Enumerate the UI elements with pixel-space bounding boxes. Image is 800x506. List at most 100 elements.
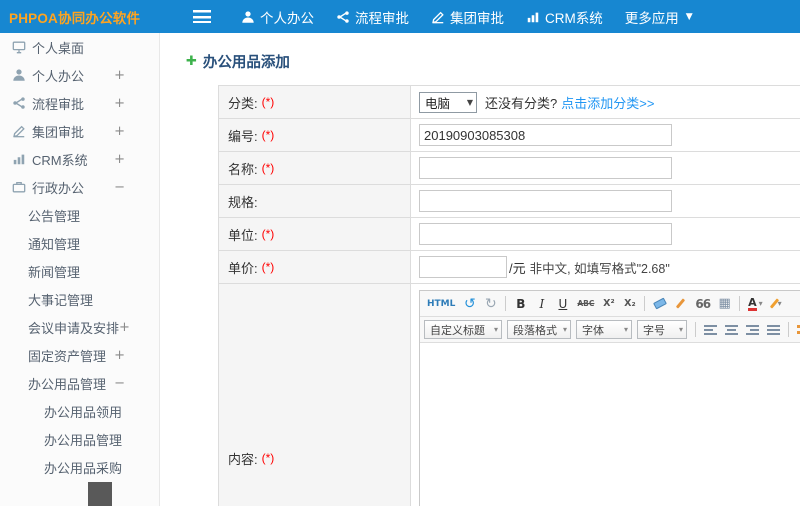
code-input[interactable] — [419, 124, 672, 146]
nav-more-apps[interactable]: 更多应用 ▼ — [625, 7, 693, 27]
form-row-code: 编号: (*) — [219, 119, 800, 152]
sidebar-item-fixed-assets[interactable]: 固定资产管理 + — [0, 341, 159, 369]
sidebar-item-office-supplies-mgmt[interactable]: 办公用品管理 − — [0, 369, 159, 397]
bold-button[interactable]: B — [511, 294, 530, 314]
undo-button[interactable]: ↺ — [460, 294, 479, 314]
font-family-select[interactable]: 字体 ▾ — [576, 320, 632, 339]
expand-toggle[interactable]: + — [114, 96, 125, 111]
expand-toggle[interactable]: + — [114, 152, 125, 167]
sidebar-item-events-mgmt[interactable]: 大事记管理 — [0, 285, 159, 313]
name-input[interactable] — [419, 157, 672, 179]
nav-label: 流程审批 — [355, 10, 409, 26]
content-label: 内容: — [228, 451, 258, 467]
sidebar-item-label: 公告管理 — [28, 208, 81, 224]
sidebar-item-label: 办公用品领用 — [44, 404, 123, 420]
category-select[interactable]: 电脑 ▼ — [419, 91, 477, 113]
nav-label: CRM系统 — [545, 10, 603, 26]
sidebar-item-meeting-request[interactable]: 会议申请及安排 + — [0, 313, 159, 341]
sidebar-item-supplies-manage[interactable]: 办公用品管理 — [0, 425, 159, 453]
sidebar-item-news-mgmt[interactable]: 新闻管理 — [0, 257, 159, 285]
expand-toggle[interactable]: + — [119, 320, 130, 335]
superscript-button[interactable]: X² — [599, 294, 618, 314]
expand-toggle[interactable]: + — [114, 68, 125, 83]
table-button[interactable]: ▦ — [715, 294, 734, 314]
sidebar: 个人桌面 个人办公 + 流程审批 + 集团审批 + CRM系统 + 行政办公 −… — [0, 33, 160, 506]
collapse-toggle[interactable]: − — [114, 180, 125, 195]
sidebar-item-announcement-mgmt[interactable]: 公告管理 — [0, 201, 159, 229]
briefcase-icon — [12, 180, 32, 194]
format-painter-button[interactable] — [671, 294, 690, 314]
font-size-select[interactable]: 字号 ▾ — [637, 320, 687, 339]
eraser-icon — [652, 297, 667, 310]
toolbar-separator — [788, 322, 789, 337]
app-logo[interactable]: PHPOA协同办公软件 — [0, 7, 160, 27]
form-row-unit: 单位: (*) — [219, 218, 800, 251]
remove-format-button[interactable] — [650, 294, 669, 314]
nav-personal-office[interactable]: 个人办公 — [241, 7, 314, 27]
price-format-hint: 非中文, 如填写格式"2.68" — [529, 261, 670, 276]
price-input[interactable] — [419, 256, 507, 278]
name-label: 名称: — [228, 161, 258, 177]
sidebar-item-supplies-claim[interactable]: 办公用品领用 — [0, 397, 159, 425]
sidebar-item-personal-office[interactable]: 个人办公 + — [0, 61, 159, 89]
sidebar-item-supplies-purchase[interactable]: 办公用品采购 — [0, 453, 159, 481]
sidebar-scrollbar-thumb[interactable] — [88, 482, 112, 506]
underline-button[interactable]: U — [553, 294, 572, 314]
sidebar-item-label: CRM系统 — [32, 152, 88, 168]
sidebar-item-notice-mgmt[interactable]: 通知管理 — [0, 229, 159, 257]
main-content: ✚ 办公用品添加 分类: (*) 电脑 ▼ 还没有分类? 点击添加分类>> 编号… — [160, 33, 800, 506]
page-title: ✚ 办公用品添加 — [186, 51, 800, 72]
ordered-list-button[interactable] — [794, 320, 800, 340]
sidebar-item-personal-desktop[interactable]: 个人桌面 — [0, 33, 159, 61]
editor-content-area[interactable] — [420, 343, 800, 506]
strikethrough-button[interactable]: ABC — [574, 294, 597, 314]
required-mark: (*) — [261, 451, 275, 465]
align-left-button[interactable] — [701, 320, 720, 340]
sidebar-item-admin-office[interactable]: 行政办公 − — [0, 173, 159, 201]
align-right-button[interactable] — [743, 320, 762, 340]
sidebar-item-label: 会议申请及安排 — [28, 320, 120, 336]
nav-group-approval[interactable]: 集团审批 — [431, 7, 504, 27]
toolbar-separator — [695, 322, 696, 337]
italic-button[interactable]: I — [532, 294, 551, 314]
source-code-button[interactable]: HTML — [424, 294, 458, 314]
caret-down-icon: ▾ — [493, 325, 498, 334]
add-category-link[interactable]: 点击添加分类>> — [561, 93, 654, 112]
flow-icon — [12, 96, 32, 110]
custom-heading-select[interactable]: 自定义标题 ▾ — [424, 320, 502, 339]
toolbar-separator — [505, 296, 507, 311]
unit-input[interactable] — [419, 223, 672, 245]
chart-icon — [527, 12, 539, 22]
page-title-text: 办公用品添加 — [202, 55, 290, 71]
align-justify-icon — [767, 324, 780, 335]
sidebar-item-label: 个人办公 — [32, 68, 85, 84]
sidebar-item-label: 固定资产管理 — [28, 348, 107, 364]
sidebar-item-label: 行政办公 — [32, 180, 85, 196]
align-justify-button[interactable] — [764, 320, 783, 340]
hamburger-menu-icon[interactable] — [193, 10, 211, 23]
sidebar-item-group-approval[interactable]: 集团审批 + — [0, 117, 159, 145]
sidebar-item-label: 办公用品管理 — [28, 376, 107, 392]
blockquote-button[interactable]: 66 — [692, 294, 713, 314]
sidebar-item-label: 办公用品采购 — [44, 460, 123, 476]
form-row-content: 内容: (*) HTML ↺ ↻ B I U ABC X² X₂ 66 ▦ A … — [219, 284, 800, 506]
required-mark: (*) — [261, 161, 275, 175]
expand-toggle[interactable]: + — [114, 124, 125, 139]
form-row-price: 单价: (*) /元 非中文, 如填写格式"2.68" — [219, 251, 800, 284]
paragraph-format-select[interactable]: 段落格式 ▾ — [507, 320, 571, 339]
nav-process-approval[interactable]: 流程审批 — [336, 7, 409, 27]
highlight-button[interactable]: ▾ — [768, 294, 787, 314]
subscript-button[interactable]: X₂ — [620, 294, 639, 314]
sidebar-item-process-approval[interactable]: 流程审批 + — [0, 89, 159, 117]
user-icon — [12, 68, 32, 82]
editor-toolbar-row1: HTML ↺ ↻ B I U ABC X² X₂ 66 ▦ A ▾ ▾ — [420, 291, 800, 317]
font-color-button[interactable]: A ▾ — [745, 294, 766, 314]
collapse-toggle[interactable]: − — [114, 376, 125, 391]
sidebar-item-crm[interactable]: CRM系统 + — [0, 145, 159, 173]
align-center-button[interactable] — [722, 320, 741, 340]
redo-button[interactable]: ↻ — [481, 294, 500, 314]
spec-input[interactable] — [419, 190, 672, 212]
form-row-name: 名称: (*) — [219, 152, 800, 185]
nav-crm-system[interactable]: CRM系统 — [526, 7, 603, 27]
expand-toggle[interactable]: + — [114, 348, 125, 363]
